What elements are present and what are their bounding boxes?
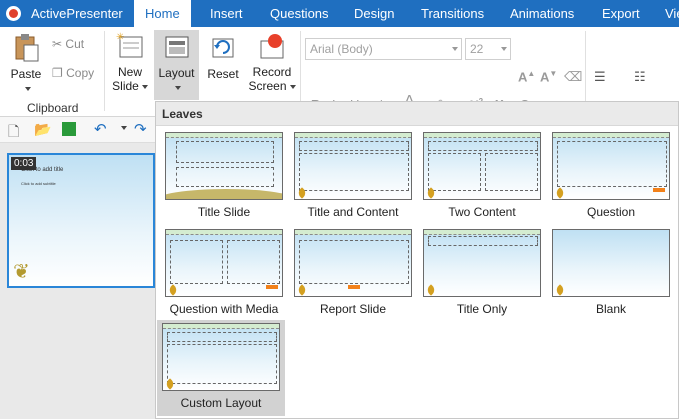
layout-preview <box>552 229 670 297</box>
layout-preview <box>165 229 283 297</box>
save-icon[interactable] <box>62 122 76 136</box>
leaf-icon: ❦ <box>13 261 30 283</box>
layout-title-only[interactable]: Title Only <box>418 226 546 322</box>
bullets-icon[interactable]: ☰ <box>594 69 606 85</box>
clear-format-icon[interactable]: ⌫ <box>564 69 582 85</box>
tab-questions[interactable]: Questions <box>270 6 329 21</box>
ribbon-separator <box>300 31 301 111</box>
record-icon <box>260 34 284 59</box>
layout-blank[interactable]: Blank <box>547 226 675 322</box>
tab-export[interactable]: Export <box>602 6 640 21</box>
slides-panel: 0:03 Click to add title Click to add sub… <box>0 143 155 419</box>
quick-access-toolbar: 🗋 📂 ↶ ↷ <box>0 117 155 143</box>
clipboard-icon <box>15 34 39 62</box>
scissors-icon: ✂ <box>52 37 63 51</box>
ribbon-separator <box>104 31 105 111</box>
app-logo-icon <box>6 6 21 21</box>
paste-button[interactable]: Paste <box>6 33 46 95</box>
ribbon-tab-bar: ActivePresenter Home Insert Questions De… <box>0 0 679 27</box>
font-size-select[interactable]: 22 <box>465 38 511 60</box>
tab-transitions[interactable]: Transitions <box>421 6 484 21</box>
new-slide-icon: ✳ <box>116 32 143 58</box>
layout-gallery-header: Leaves <box>156 102 678 126</box>
font-family-select[interactable]: Arial (Body) <box>305 38 462 60</box>
layout-question-with-media[interactable]: Question with Media <box>160 226 288 322</box>
chevron-down-icon <box>501 47 507 51</box>
layout-title-slide[interactable]: Title Slide <box>160 129 288 225</box>
copy-button[interactable]: ❐ Copy <box>52 66 94 80</box>
layout-preview <box>165 132 283 200</box>
layout-gallery: Leaves Title Slide Title and Content Two… <box>155 101 679 419</box>
clipboard-group-label: Clipboard <box>27 101 79 115</box>
layout-preview <box>423 229 541 297</box>
slide-subtitle-placeholder: Click to add subtitle <box>21 181 56 186</box>
redo-icon[interactable]: ↷ <box>134 120 147 138</box>
layout-title-and-content[interactable]: Title and Content <box>289 129 417 225</box>
chevron-down-icon <box>452 47 458 51</box>
chevron-down-icon <box>24 86 31 91</box>
layout-preview <box>294 229 412 297</box>
tab-design[interactable]: Design <box>354 6 394 21</box>
undo-icon[interactable]: ↶ <box>94 120 107 138</box>
tab-view[interactable]: Vie <box>665 6 679 21</box>
grow-font-icon[interactable]: A▲ <box>518 69 535 84</box>
layout-preview <box>294 132 412 200</box>
open-folder-icon[interactable]: 📂 <box>34 121 51 138</box>
copy-icon: ❐ <box>52 66 63 80</box>
tab-home[interactable]: Home <box>134 0 191 27</box>
new-file-icon[interactable]: 🗋 <box>8 121 19 145</box>
tab-insert[interactable]: Insert <box>210 6 243 21</box>
layout-custom-layout[interactable]: Custom Layout <box>157 320 285 416</box>
layout-preview <box>552 132 670 200</box>
layout-question[interactable]: Question <box>547 129 675 225</box>
new-slide-button[interactable]: ✳ New Slide <box>110 31 150 93</box>
cut-button[interactable]: ✂ Cut <box>52 37 84 51</box>
chevron-down-icon[interactable] <box>121 126 127 130</box>
chevron-down-icon <box>141 84 148 89</box>
layout-button[interactable]: Layout <box>154 30 199 100</box>
layout-two-content[interactable]: Two Content <box>418 129 546 225</box>
layout-report-slide[interactable]: Report Slide <box>289 226 417 322</box>
slide-title-placeholder: Click to add title <box>21 167 64 173</box>
layout-preview <box>162 323 280 391</box>
reset-button[interactable]: Reset <box>204 33 242 81</box>
numbering-icon[interactable]: ☷ <box>634 69 646 85</box>
svg-text:✳: ✳ <box>116 32 124 43</box>
chevron-down-icon <box>175 85 181 90</box>
app-name: ActivePresenter <box>31 6 123 21</box>
layout-preview <box>423 132 541 200</box>
chevron-down-icon <box>289 84 296 89</box>
shrink-font-icon[interactable]: A▼ <box>540 69 557 84</box>
layout-icon <box>165 36 188 58</box>
reset-icon <box>212 38 234 58</box>
slide-thumbnail[interactable]: 0:03 Click to add title Click to add sub… <box>7 153 155 419</box>
ribbon-separator <box>585 31 586 111</box>
tab-animations[interactable]: Animations <box>510 6 574 21</box>
record-screen-button[interactable]: Record Screen <box>248 31 296 93</box>
